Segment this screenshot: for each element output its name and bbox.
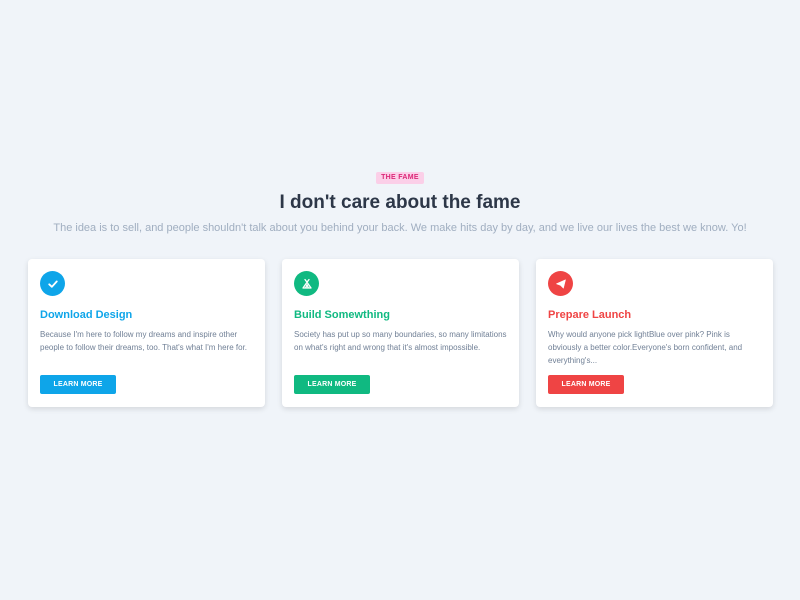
section-subtitle: The idea is to sell, and people shouldn'… — [53, 222, 747, 234]
card-description: Because I'm here to follow my dreams and… — [40, 330, 248, 352]
section-header: THE FAME I don't care about the fame The… — [0, 166, 800, 236]
check-icon — [40, 271, 65, 296]
learn-more-button[interactable]: LEARN MORE — [40, 375, 116, 394]
learn-more-button[interactable]: LEARN MORE — [548, 375, 624, 394]
campground-icon — [294, 271, 319, 296]
feature-cards: Download Design Because I'm here to foll… — [28, 259, 773, 407]
paper-plane-icon — [548, 271, 573, 296]
features-section: THE FAME I don't care about the fame The… — [0, 0, 800, 600]
feature-card-download-design: Download Design Because I'm here to foll… — [28, 259, 265, 407]
card-description: Society has put up so many boundaries, s… — [294, 330, 507, 352]
feature-card-prepare-launch: Prepare Launch Why would anyone pick lig… — [536, 259, 773, 407]
card-title: Prepare Launch — [548, 309, 632, 321]
section-title: I don't care about the fame — [279, 192, 521, 213]
card-description: Why would anyone pick lightBlue over pin… — [548, 330, 743, 365]
card-title: Download Design — [40, 309, 133, 321]
learn-more-button[interactable]: LEARN MORE — [294, 375, 370, 394]
section-badge: THE FAME — [376, 172, 424, 184]
card-title: Build Somewthing — [294, 309, 390, 321]
feature-card-build-something: Build Somewthing Society has put up so m… — [282, 259, 519, 407]
